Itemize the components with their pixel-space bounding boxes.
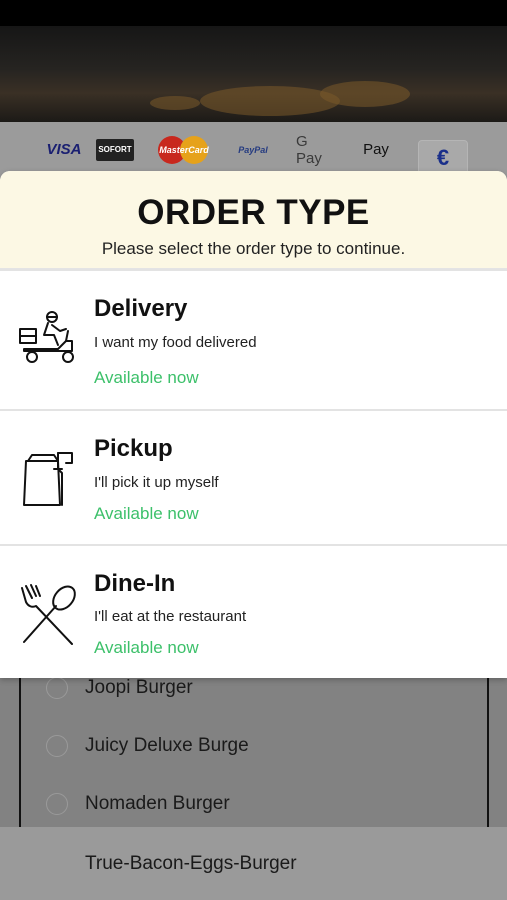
- modal-header: ORDER TYPE Please select the order type …: [0, 171, 507, 269]
- menu-item-label: Juicy Deluxe Burge: [85, 735, 249, 756]
- payment-methods-strip: VISA SOFORT MasterCard PayPal G Pay Pay …: [0, 122, 507, 177]
- mastercard-logo: MasterCard: [158, 135, 210, 164]
- list-item[interactable]: True-Bacon-Eggs-Burger: [0, 827, 507, 900]
- status-bar: [0, 0, 507, 26]
- availability-status: Available now: [94, 368, 199, 387]
- option-title: Dine-In: [94, 570, 176, 597]
- list-item[interactable]: Nomaden Burger: [19, 775, 489, 833]
- option-title: Delivery: [94, 295, 188, 322]
- delivery-scooter-icon: [19, 311, 74, 363]
- list-item[interactable]: Juicy Deluxe Burge: [19, 717, 489, 775]
- visa-logo: VISA: [46, 141, 82, 158]
- sofort-logo: SOFORT: [96, 138, 134, 161]
- radio-button[interactable]: [46, 793, 68, 815]
- menu-item-label: Joopi Burger: [85, 677, 193, 698]
- radio-button[interactable]: [46, 735, 68, 757]
- modal-title: ORDER TYPE: [137, 193, 370, 232]
- option-description: I'll eat at the restaurant: [94, 608, 247, 625]
- menu-item-label: True-Bacon-Eggs-Burger: [85, 852, 297, 874]
- dine-in-cutlery-icon: [21, 584, 76, 645]
- hero-image: [0, 26, 507, 122]
- availability-status: Available now: [94, 504, 199, 523]
- modal-subtitle: Please select the order type to continue…: [101, 239, 406, 258]
- availability-status: Available now: [94, 638, 199, 657]
- radio-button[interactable]: [46, 852, 68, 875]
- paypal-logo: PayPal: [238, 144, 268, 155]
- google-pay-logo: G Pay: [296, 132, 322, 167]
- pickup-bag-icon: [23, 452, 73, 506]
- menu-item-label: Nomaden Burger: [85, 793, 230, 814]
- radio-button[interactable]: [46, 677, 68, 699]
- order-type-modal: ORDER TYPE Please select the order type …: [0, 171, 507, 678]
- apple-pay-logo: Pay: [363, 141, 389, 158]
- option-delivery[interactable]: Delivery I want my food delivered Availa…: [0, 269, 507, 409]
- option-description: I'll pick it up myself: [94, 474, 219, 491]
- option-title: Pickup: [94, 435, 173, 462]
- option-pickup[interactable]: Pickup I'll pick it up myself Available …: [0, 409, 507, 544]
- option-dine-in[interactable]: Dine-In I'll eat at the restaurant Avail…: [0, 544, 507, 678]
- option-description: I want my food delivered: [94, 334, 257, 351]
